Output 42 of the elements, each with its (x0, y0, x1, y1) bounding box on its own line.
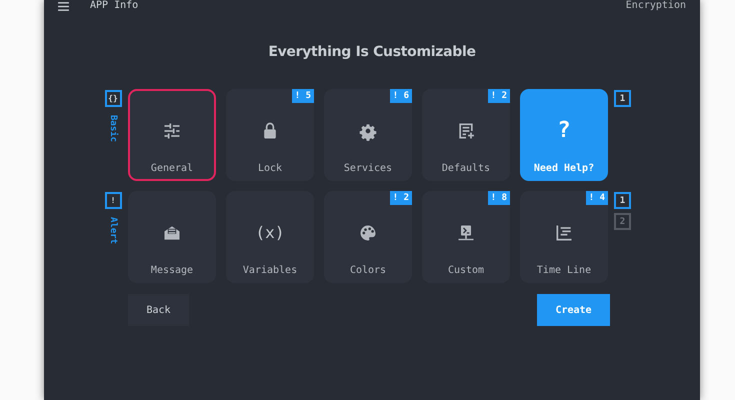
tile-label: Defaults (442, 163, 490, 174)
tile-label: Custom (448, 265, 484, 276)
count-badge: ! 6 (390, 89, 412, 103)
menu-icon[interactable] (57, 0, 70, 12)
sliders-icon (162, 121, 182, 141)
tile-button[interactable]: Lock ! 5 (226, 89, 314, 181)
page-heading: Everything Is Customizable (267, 44, 477, 60)
tile-button[interactable]: Colors ! 2 (324, 191, 412, 283)
page-button[interactable]: 1 (614, 192, 631, 209)
count-badge: ! 5 (292, 89, 314, 103)
tile-label: General (150, 163, 194, 174)
group-icon: ! (104, 192, 122, 209)
group-icon: {} (104, 90, 122, 107)
encryption-link[interactable]: Encryption (626, 0, 686, 12)
timeline-icon (554, 223, 574, 243)
tile-label: Time Line (536, 265, 592, 276)
count-badge: ! 2 (390, 191, 412, 205)
glyph-icon: ? (557, 121, 571, 141)
tile-label: Lock (258, 163, 282, 174)
back-button[interactable]: Back (128, 294, 189, 326)
count-badge: ! 4 (586, 191, 608, 205)
tile-button[interactable]: General (128, 89, 216, 181)
tile-button[interactable]: Services ! 6 (324, 89, 412, 181)
glyph-icon: (x) (256, 223, 284, 243)
tile-button[interactable]: Time Line ! 4 (520, 191, 608, 283)
group-label: Alert (108, 217, 118, 244)
page-button[interactable]: 1 (614, 90, 631, 107)
tile-label: Need Help? (534, 163, 594, 174)
count-badge: ! 8 (488, 191, 510, 205)
tile-label: Variables (242, 265, 298, 276)
tile-label: Services (344, 163, 392, 174)
tile-button[interactable]: Defaults ! 2 (422, 89, 510, 181)
tile-label: Colors (350, 265, 386, 276)
tile-button[interactable]: (x) Variables (226, 191, 314, 283)
group-label: Basic (108, 115, 118, 142)
tile-button[interactable]: Custom ! 8 (422, 191, 510, 283)
palette-icon (358, 223, 378, 243)
count-badge: ! 2 (488, 89, 510, 103)
terminal-icon (456, 223, 476, 243)
tile-label: Message (150, 265, 194, 276)
tile-button[interactable]: Message (128, 191, 216, 283)
app-title: APP Info (90, 0, 138, 12)
